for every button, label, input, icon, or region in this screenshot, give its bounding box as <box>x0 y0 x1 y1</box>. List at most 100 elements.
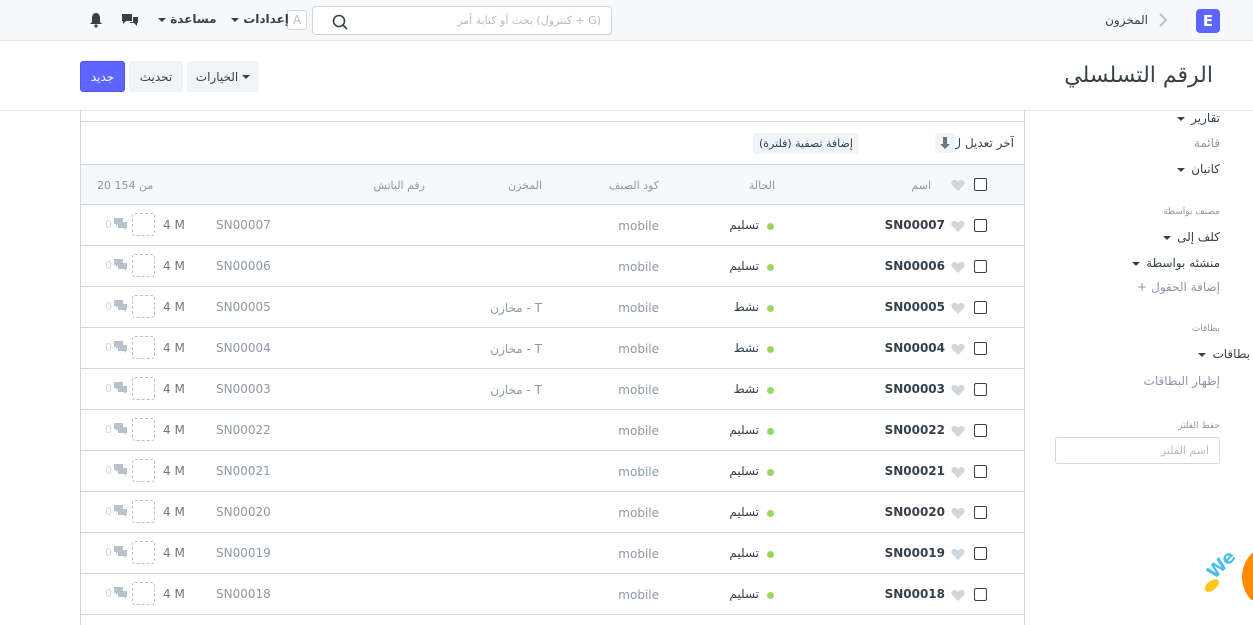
row-modified: 4 M <box>163 259 185 273</box>
heart-icon[interactable] <box>951 179 965 192</box>
heart-icon[interactable] <box>951 548 965 561</box>
sort-label[interactable]: آخر تعديل ل <box>952 136 1014 150</box>
settings-menu[interactable]: إعدادات <box>231 12 289 26</box>
assignee-avatar-placeholder[interactable] <box>132 500 155 523</box>
assignee-avatar-placeholder[interactable] <box>132 295 155 318</box>
sidebar-item-tags[interactable]: بطاقات <box>1198 347 1250 361</box>
row-checkbox[interactable] <box>974 424 987 437</box>
row-name[interactable]: SN00003 <box>885 382 945 396</box>
table-row[interactable]: SN00020 تسليم mobile SN00020 4 M 0 <box>81 492 1024 533</box>
row-id: SN00007 <box>216 218 271 232</box>
row-comment-count: 0 <box>105 464 112 477</box>
row-item-code: mobile <box>618 588 659 602</box>
status-indicator <box>767 469 774 476</box>
assignee-avatar-placeholder[interactable] <box>132 459 155 482</box>
sort-descending-icon <box>940 137 950 149</box>
heart-icon[interactable] <box>951 220 965 233</box>
select-all-checkbox[interactable] <box>974 178 987 191</box>
row-checkbox[interactable] <box>974 547 987 560</box>
sidebar-item-assigned-to[interactable]: كلف إلى <box>1163 230 1220 244</box>
bell-icon[interactable] <box>89 12 103 28</box>
row-name[interactable]: SN00022 <box>885 423 945 437</box>
table-row[interactable]: SN00018 تسليم mobile SN00018 4 M 0 <box>81 574 1024 615</box>
options-button[interactable]: الخيارات <box>187 61 259 92</box>
row-name[interactable]: SN00004 <box>885 341 945 355</box>
row-checkbox[interactable] <box>974 342 987 355</box>
row-name[interactable]: SN00007 <box>885 218 945 232</box>
row-name[interactable]: SN00005 <box>885 300 945 314</box>
assignee-avatar-placeholder[interactable] <box>132 213 155 236</box>
refresh-button[interactable]: تحديث <box>129 61 183 92</box>
sort-order-button[interactable] <box>935 133 955 153</box>
breadcrumb[interactable]: المخزون <box>1080 13 1148 27</box>
table-row[interactable]: SN00003 نشط mobile مخازن - T SN00003 4 M… <box>81 369 1024 410</box>
new-button[interactable]: جديد <box>80 61 125 92</box>
row-id: SN00020 <box>216 505 271 519</box>
table-row[interactable]: SN00019 تسليم mobile SN00019 4 M 0 <box>81 533 1024 574</box>
status-indicator <box>767 264 774 271</box>
table-row[interactable]: SN00005 نشط mobile مخازن - T SN00005 4 M… <box>81 287 1024 328</box>
row-name[interactable]: SN00020 <box>885 505 945 519</box>
heart-icon[interactable] <box>951 466 965 479</box>
add-filter-button[interactable]: إضافة تصفية (فلترة) <box>753 133 859 154</box>
row-item-code: mobile <box>618 342 659 356</box>
sidebar-item-label: كلف إلى <box>1177 230 1220 244</box>
column-item-code: كود الصنف <box>609 179 659 192</box>
row-checkbox[interactable] <box>974 219 987 232</box>
plus-icon: + <box>1137 280 1148 294</box>
assignee-avatar-placeholder[interactable] <box>132 582 155 605</box>
user-avatar[interactable]: A <box>287 10 307 30</box>
row-checkbox[interactable] <box>974 260 987 273</box>
assignee-avatar-placeholder[interactable] <box>132 541 155 564</box>
assignee-avatar-placeholder[interactable] <box>132 418 155 441</box>
row-checkbox[interactable] <box>974 465 987 478</box>
add-fields-link[interactable]: إضافة الحقول+ <box>1137 280 1220 294</box>
heart-icon[interactable] <box>951 507 965 520</box>
row-name[interactable]: SN00006 <box>885 259 945 273</box>
caret-down-icon <box>1163 235 1172 240</box>
heart-icon[interactable] <box>951 343 965 356</box>
page-header: الرقم التسلسلي جديد تحديث الخيارات <box>0 41 1253 111</box>
sidebar-item-created-by[interactable]: منشئه بواسطة <box>1132 256 1220 270</box>
show-tags-link[interactable]: إظهار البطاقات <box>1144 374 1220 388</box>
table-row[interactable]: SN00022 تسليم mobile SN00022 4 M 0 <box>81 410 1024 451</box>
support-badge-icon[interactable]: We <box>1195 515 1253 600</box>
heart-icon[interactable] <box>951 589 965 602</box>
heart-icon[interactable] <box>951 425 965 438</box>
assignee-avatar-placeholder[interactable] <box>132 377 155 400</box>
row-comment-count: 0 <box>105 341 112 354</box>
table-row[interactable]: SN00006 تسليم mobile SN00006 4 M 0 <box>81 246 1024 287</box>
sidebar-item-reports[interactable]: تقارير <box>1177 111 1220 125</box>
sidebar-item-label: تقارير <box>1191 111 1220 125</box>
row-checkbox[interactable] <box>974 588 987 601</box>
chat-icon[interactable] <box>121 12 139 28</box>
search-input[interactable]: بحث أو كتابة أمر (كنترول + G) <box>312 6 612 35</box>
row-checkbox[interactable] <box>974 506 987 519</box>
heart-icon[interactable] <box>951 261 965 274</box>
table-row[interactable]: SN00004 نشط mobile مخازن - T SN00004 4 M… <box>81 328 1024 369</box>
app-logo[interactable]: E <box>1196 9 1220 33</box>
row-checkbox[interactable] <box>974 383 987 396</box>
sidebar-item-list[interactable]: قائمة <box>1194 136 1220 150</box>
row-comment-count: 0 <box>105 423 112 436</box>
column-name: اسم <box>911 179 931 192</box>
row-item-code: mobile <box>618 465 659 479</box>
save-filter-heading: حفظ الفلتر <box>1178 421 1220 431</box>
list-count: 20 من 154 <box>97 179 154 192</box>
sidebar-item-kanban[interactable]: كانبان <box>1177 162 1220 176</box>
page-title: الرقم التسلسلي <box>1064 63 1213 88</box>
caret-down-icon <box>1132 261 1141 266</box>
row-name[interactable]: SN00021 <box>885 464 945 478</box>
heart-icon[interactable] <box>951 302 965 315</box>
help-menu[interactable]: مساعدة <box>158 12 217 26</box>
row-name[interactable]: SN00019 <box>885 546 945 560</box>
filter-name-input[interactable]: اسم الفلتر <box>1055 437 1220 464</box>
assignee-avatar-placeholder[interactable] <box>132 336 155 359</box>
row-checkbox[interactable] <box>974 301 987 314</box>
table-row[interactable]: SN00007 تسليم mobile SN00007 4 M 0 <box>81 205 1024 246</box>
caret-down-icon <box>1198 352 1207 357</box>
table-row[interactable]: SN00021 تسليم mobile SN00021 4 M 0 <box>81 451 1024 492</box>
assignee-avatar-placeholder[interactable] <box>132 254 155 277</box>
heart-icon[interactable] <box>951 384 965 397</box>
row-name[interactable]: SN00018 <box>885 587 945 601</box>
